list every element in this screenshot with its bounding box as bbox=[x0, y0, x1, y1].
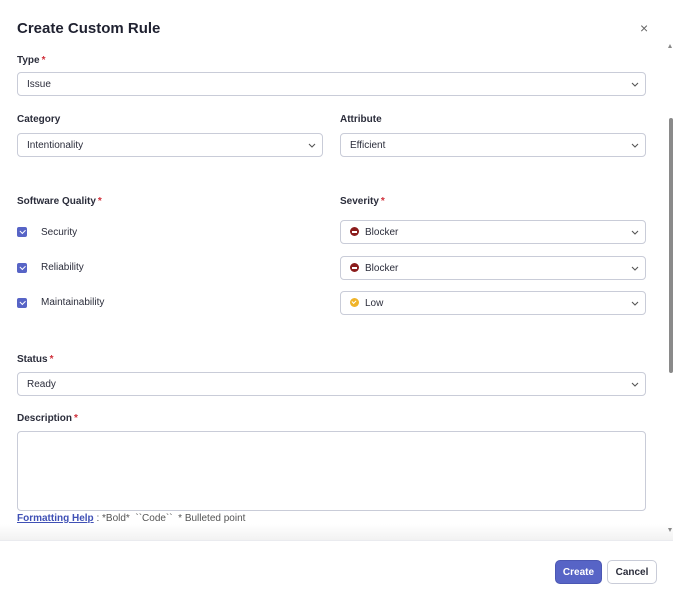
reliability-severity-select[interactable]: Blocker bbox=[340, 256, 646, 280]
blocker-icon bbox=[350, 227, 359, 237]
status-select[interactable]: Ready bbox=[17, 372, 646, 396]
chevron-down-icon bbox=[302, 143, 322, 148]
reliability-label: Reliability bbox=[41, 262, 84, 273]
cancel-button[interactable]: Cancel bbox=[607, 560, 657, 584]
required-marker: * bbox=[74, 413, 78, 424]
category-select-value: Intentionality bbox=[27, 139, 84, 151]
create-button[interactable]: Create bbox=[555, 560, 602, 584]
security-label: Security bbox=[41, 227, 78, 238]
software-quality-label: Software Quality * bbox=[17, 196, 102, 207]
type-select-value: Issue bbox=[27, 78, 51, 90]
formatting-help-text: *Bold* ``Code`` * Bulleted point bbox=[102, 513, 246, 524]
maintainability-label: Maintainability bbox=[41, 297, 105, 308]
chevron-down-icon bbox=[625, 301, 645, 306]
reliability-checkbox[interactable] bbox=[17, 263, 27, 273]
chevron-down-icon bbox=[625, 230, 645, 235]
status-select-value: Ready bbox=[27, 378, 56, 390]
attribute-label: Attribute bbox=[340, 114, 382, 125]
reliability-severity-value: Blocker bbox=[365, 262, 399, 274]
category-label: Category bbox=[17, 114, 61, 125]
type-label: Type * bbox=[17, 55, 46, 66]
blocker-icon bbox=[350, 263, 359, 273]
chevron-down-icon bbox=[625, 382, 645, 387]
description-textarea[interactable] bbox=[17, 431, 646, 511]
security-severity-select[interactable]: Blocker bbox=[340, 220, 646, 244]
chevron-down-icon bbox=[625, 143, 645, 148]
maintainability-severity-value: Low bbox=[365, 297, 384, 309]
scroll-down-icon[interactable] bbox=[668, 528, 672, 532]
required-marker: * bbox=[380, 196, 385, 207]
security-severity-value: Blocker bbox=[365, 226, 399, 238]
close-icon[interactable]: × bbox=[640, 20, 648, 36]
required-marker: * bbox=[41, 55, 46, 66]
chevron-down-icon bbox=[625, 82, 645, 87]
attribute-select[interactable]: Efficient bbox=[340, 133, 646, 157]
formatting-help-separator: : bbox=[96, 513, 100, 524]
create-custom-rule-modal: Create Custom Rule × Type * Issue Categor… bbox=[0, 0, 673, 601]
chevron-down-icon bbox=[625, 266, 645, 271]
maintainability-severity-select[interactable]: Low bbox=[340, 291, 646, 315]
type-select[interactable]: Issue bbox=[17, 72, 646, 96]
severity-label: Severity * bbox=[340, 196, 385, 207]
low-icon bbox=[350, 298, 359, 308]
attribute-select-value: Efficient bbox=[350, 139, 386, 151]
security-checkbox[interactable] bbox=[17, 227, 27, 237]
status-label: Status * bbox=[17, 354, 54, 365]
formatting-help-link[interactable]: Formatting Help bbox=[17, 513, 94, 524]
formatting-help: Formatting Help : *Bold* ``Code`` * Bull… bbox=[17, 513, 245, 524]
maintainability-checkbox[interactable] bbox=[17, 298, 27, 308]
scroll-up-icon[interactable] bbox=[668, 44, 672, 48]
required-marker: * bbox=[97, 196, 102, 207]
required-marker: * bbox=[49, 354, 54, 365]
scrollbar-thumb[interactable] bbox=[669, 118, 673, 373]
description-label: Description * bbox=[17, 413, 78, 424]
modal-title: Create Custom Rule bbox=[17, 20, 161, 37]
category-select[interactable]: Intentionality bbox=[17, 133, 323, 157]
